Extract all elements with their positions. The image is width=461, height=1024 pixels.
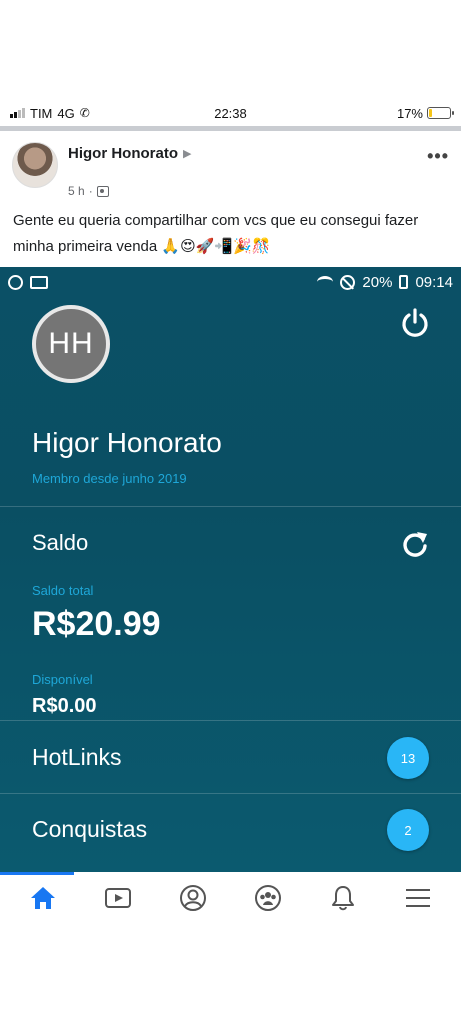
app-status-left [8, 274, 48, 290]
groups-icon [254, 885, 281, 911]
menu-item-hotlinks: HotLinks 13 [0, 722, 461, 794]
more-options-button[interactable]: ••• [427, 146, 449, 167]
status-bar: TIM 4G ✆ 22:38 17% [0, 100, 461, 126]
divider [0, 720, 461, 721]
available-balance-label: Disponível [32, 672, 93, 687]
menu-item-label: HotLinks [32, 744, 122, 770]
battery-percent: 17% [396, 105, 423, 121]
nav-notifications[interactable] [323, 878, 363, 918]
signal-icon [10, 108, 25, 118]
count-badge: 13 [387, 737, 429, 779]
menu-item-label: Conquistas [32, 816, 148, 842]
bottom-nav [0, 875, 461, 921]
profile-name: Higor Honorato [32, 427, 222, 458]
do-not-disturb-icon [340, 274, 356, 290]
total-balance-label: Saldo total [32, 583, 94, 598]
member-since: Membro desde junho 2019 [32, 471, 187, 486]
play-arrow-icon: ▶ [183, 148, 192, 160]
nav-menu[interactable] [398, 878, 438, 918]
app-status-time: 09:14 [415, 273, 453, 291]
post-time[interactable]: 5 h [68, 184, 85, 198]
notification-icon [30, 275, 48, 289]
profile-avatar: HH [32, 305, 110, 383]
refresh-icon [403, 532, 427, 557]
video-icon [105, 888, 132, 908]
balance-title: Saldo [32, 530, 89, 555]
network-label: 4G [57, 105, 75, 121]
app-status-bar: 20% 09:14 [0, 267, 461, 297]
nav-groups[interactable] [248, 878, 288, 918]
bell-icon [331, 886, 354, 911]
app-status-right: 20% 09:14 [317, 274, 453, 291]
audience-icon[interactable] [96, 185, 109, 197]
nav-profile[interactable] [173, 878, 213, 918]
post-text: Gente eu queria compartilhar com vcs que… [13, 212, 419, 255]
whatsapp-icon [8, 274, 23, 290]
meta-separator: · [88, 184, 93, 198]
post-header: Higor Honorato ▶ 5 h · ••• [12, 140, 449, 200]
menu-item-conquistas: Conquistas 2 [0, 794, 461, 866]
app-battery-icon [399, 275, 409, 289]
battery-icon [427, 107, 454, 119]
carrier-label: TIM [30, 105, 53, 121]
post-meta: 5 h · [68, 184, 109, 198]
page-footer-space [0, 921, 461, 1024]
shared-app-screenshot[interactable]: 20% 09:14 HH Higor Honorato Membro desde… [0, 267, 461, 872]
header-divider [0, 126, 461, 131]
power-icon [402, 308, 428, 337]
status-left: TIM 4G ✆ [10, 106, 90, 121]
app-battery-percent: 20% [362, 273, 393, 291]
count-badge: 2 [387, 809, 429, 851]
profile-icon [180, 885, 207, 911]
hamburger-menu-icon [405, 889, 430, 907]
author-name[interactable]: Higor Honorato [68, 145, 178, 162]
phone-icon: ✆ [79, 106, 90, 120]
total-balance-value: R$20.99 [32, 605, 161, 643]
nav-home[interactable] [23, 878, 63, 918]
nav-watch[interactable] [98, 878, 138, 918]
available-balance-value: R$0.00 [32, 695, 97, 717]
author-avatar[interactable] [12, 142, 58, 188]
home-icon [31, 887, 56, 909]
divider [0, 506, 461, 507]
author-name-link[interactable]: Higor Honorato ▶ [68, 145, 191, 162]
wifi-icon [317, 276, 334, 288]
status-right: 17% [396, 105, 454, 121]
